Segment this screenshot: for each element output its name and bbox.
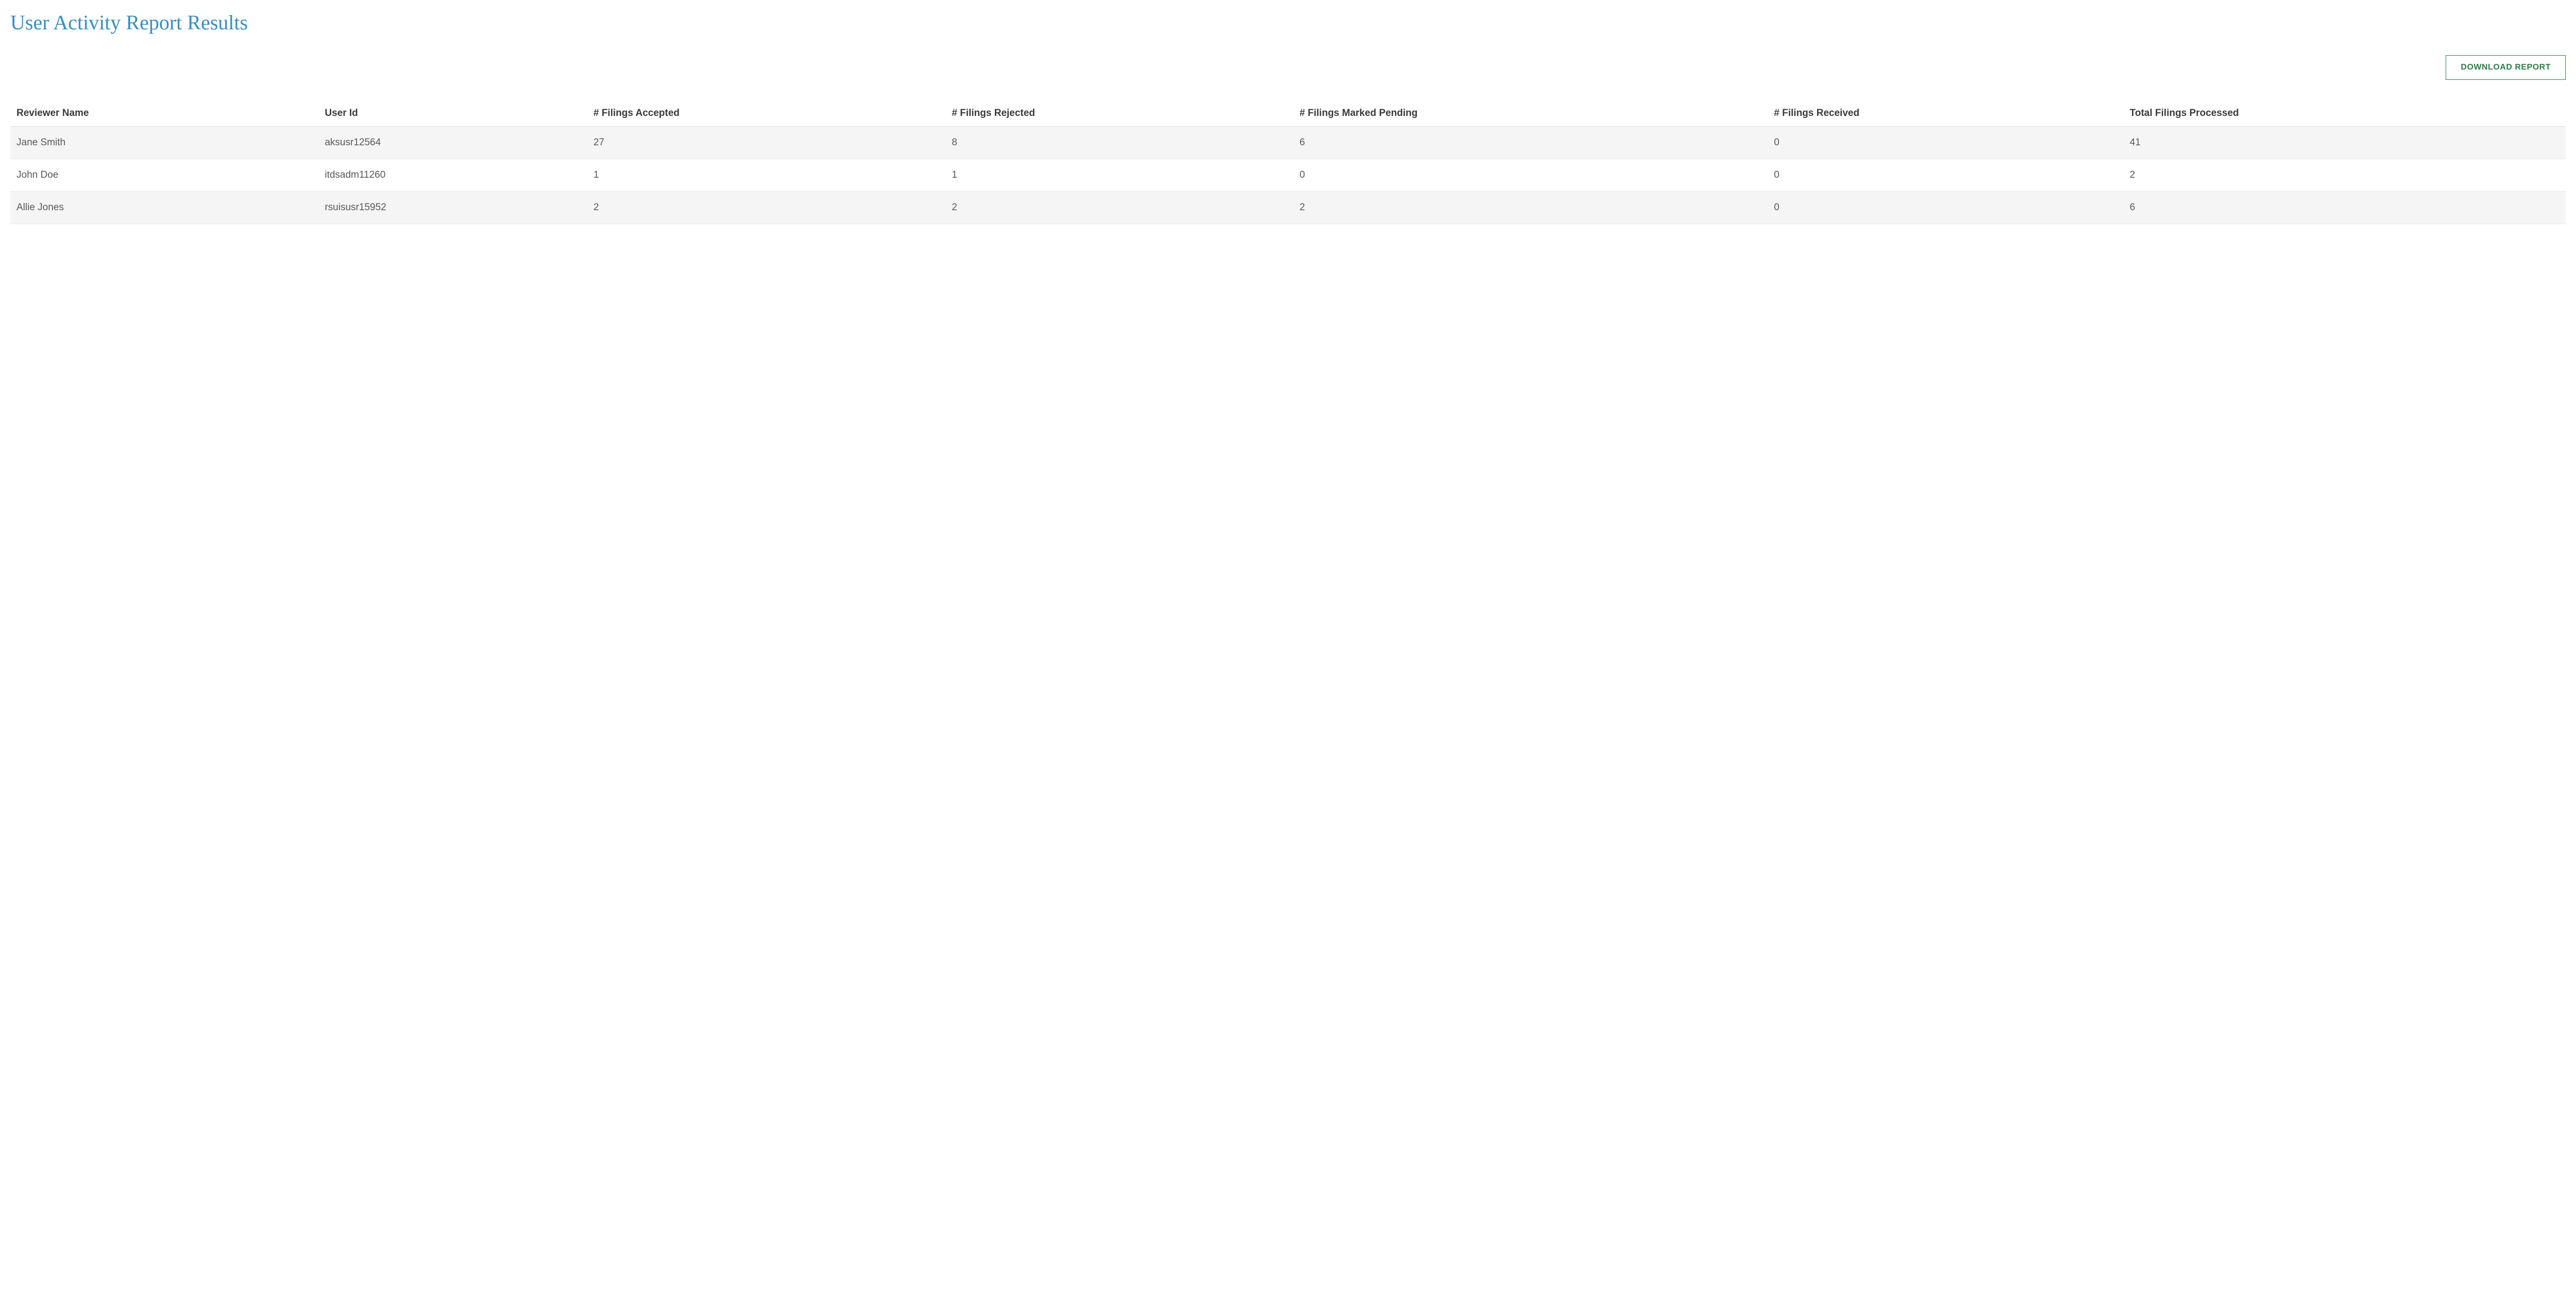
table-row: Allie Jonesrsuisusr1595222206 <box>10 192 2566 224</box>
cell-filings-pending: 6 <box>1293 127 1768 159</box>
download-report-button[interactable]: DOWNLOAD REPORT <box>2446 55 2566 80</box>
cell-filings-received: 0 <box>1768 192 2124 224</box>
cell-filings-accepted: 2 <box>587 192 946 224</box>
cell-filings-accepted: 27 <box>587 127 946 159</box>
cell-filings-accepted: 1 <box>587 159 946 192</box>
cell-filings-rejected: 1 <box>945 159 1293 192</box>
cell-user-id: rsuisusr15952 <box>318 192 587 224</box>
page-title: User Activity Report Results <box>10 10 2566 35</box>
cell-filings-pending: 0 <box>1293 159 1768 192</box>
cell-reviewer-name: Jane Smith <box>10 127 318 159</box>
cell-user-id: aksusr12564 <box>318 127 587 159</box>
toolbar: DOWNLOAD REPORT <box>10 55 2566 80</box>
cell-total-processed: 6 <box>2124 192 2566 224</box>
cell-filings-received: 0 <box>1768 159 2124 192</box>
cell-filings-rejected: 8 <box>945 127 1293 159</box>
col-filings-rejected: # Filings Rejected <box>945 100 1293 127</box>
table-row: John Doeitdsadm1126011002 <box>10 159 2566 192</box>
col-reviewer-name: Reviewer Name <box>10 100 318 127</box>
table-row: Jane Smithaksusr125642786041 <box>10 127 2566 159</box>
activity-table: Reviewer Name User Id # Filings Accepted… <box>10 100 2566 224</box>
cell-total-processed: 2 <box>2124 159 2566 192</box>
cell-user-id: itdsadm11260 <box>318 159 587 192</box>
cell-filings-received: 0 <box>1768 127 2124 159</box>
cell-filings-rejected: 2 <box>945 192 1293 224</box>
col-filings-pending: # Filings Marked Pending <box>1293 100 1768 127</box>
col-total-processed: Total Filings Processed <box>2124 100 2566 127</box>
cell-filings-pending: 2 <box>1293 192 1768 224</box>
cell-reviewer-name: John Doe <box>10 159 318 192</box>
cell-reviewer-name: Allie Jones <box>10 192 318 224</box>
col-filings-accepted: # Filings Accepted <box>587 100 946 127</box>
col-user-id: User Id <box>318 100 587 127</box>
table-header-row: Reviewer Name User Id # Filings Accepted… <box>10 100 2566 127</box>
col-filings-received: # Filings Received <box>1768 100 2124 127</box>
cell-total-processed: 41 <box>2124 127 2566 159</box>
